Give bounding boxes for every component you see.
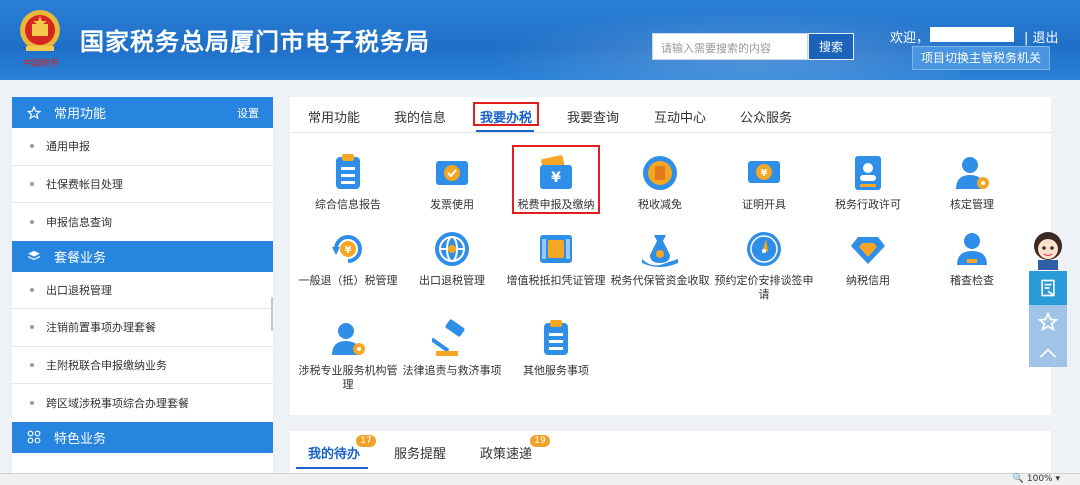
agency-management-icon (332, 323, 365, 355)
bullet-icon (30, 144, 34, 149)
layers-icon (26, 248, 42, 264)
logout-link[interactable]: | 退出 (1024, 27, 1059, 46)
service-item[interactable]: ¥ 一般退（抵）税管理 (298, 229, 398, 288)
service-item[interactable]: 法律追责与救济事项 (402, 319, 502, 378)
task-panel: 我的待办 17 服务提醒 政策速递 19 (290, 431, 1051, 473)
sidebar-item[interactable]: 主附税联合申报缴纳业务 (12, 347, 273, 384)
sidebar-item[interactable]: 跨区域涉税事项综合办理套餐 (12, 384, 273, 422)
sidebar-item[interactable]: 申报信息查询 (12, 203, 273, 241)
sidebar-item[interactable]: 注销前置事项办理套餐 (12, 309, 273, 347)
sidebar-section-common[interactable]: 常用功能 设置 (12, 97, 273, 128)
search-input[interactable]: 请输入需要搜索的内容 (652, 33, 808, 60)
tab-my-info[interactable]: 我的信息 (394, 107, 446, 126)
chevron-up-icon (1039, 348, 1057, 358)
service-item[interactable]: 核定管理 (922, 153, 1022, 212)
certificate-icon: ¥ (748, 161, 780, 183)
highlight-box (512, 145, 600, 214)
sidebar-section-package[interactable]: 套餐业务 (12, 240, 273, 272)
policy-count-badge: 19 (530, 435, 550, 447)
service-panel: 常用功能 我的信息 我要办税 我要查询 互动中心 公众服务 综合信息报告 发票使… (290, 97, 1051, 415)
search-button[interactable]: 搜索 (808, 33, 854, 60)
tax-reduction-icon (643, 156, 677, 190)
bullet-icon (30, 219, 34, 224)
bullet-icon (30, 400, 34, 405)
refund-icon: ¥ (332, 235, 362, 263)
active-tab-indicator (296, 467, 368, 469)
invoice-icon (436, 161, 468, 185)
bullet-icon (30, 181, 34, 186)
sidebar-section-title: 常用功能 (54, 107, 107, 122)
service-item[interactable]: 税务代保管资金收取 (610, 229, 710, 288)
credit-diamond-icon (851, 237, 885, 264)
service-tabs: 常用功能 我的信息 我要办税 我要查询 互动中心 公众服务 (290, 97, 1051, 133)
assistant-avatar-icon[interactable] (1028, 226, 1068, 270)
tab-common[interactable]: 常用功能 (308, 107, 360, 126)
site-title: 国家税务总局厦门市电子税务局 (80, 28, 430, 56)
username-field (930, 27, 1014, 42)
service-item[interactable]: 税务行政许可 (818, 153, 918, 212)
sidebar-section-title: 特色业务 (54, 431, 107, 447)
document-icon (1041, 279, 1055, 297)
todo-count-badge: 17 (356, 435, 376, 447)
tab-my-todo[interactable]: 我的待办 (308, 443, 360, 462)
bullet-icon (30, 325, 34, 330)
settings-link[interactable]: 设置 (237, 105, 259, 121)
svg-text:¥: ¥ (761, 168, 768, 179)
zoom-level[interactable]: 🔍 100% ▾ (1013, 474, 1060, 485)
back-to-top-button[interactable] (1029, 339, 1067, 367)
sidebar-item[interactable]: 通用申报 (12, 128, 273, 166)
active-tab-indicator (476, 130, 534, 132)
tab-query[interactable]: 我要查询 (567, 107, 619, 126)
service-item[interactable]: 涉税专业服务机构管理 (298, 319, 398, 392)
tab-service-reminder[interactable]: 服务提醒 (394, 443, 446, 462)
consult-button[interactable] (1029, 271, 1067, 305)
welcome-text: 欢迎， (890, 31, 930, 46)
globe-icon (435, 232, 469, 266)
report-icon (336, 154, 360, 189)
service-item[interactable]: 综合信息报告 (298, 153, 398, 212)
highlight-box (473, 102, 539, 126)
svg-text:¥: ¥ (345, 245, 352, 256)
other-services-icon (544, 320, 568, 355)
grid-icon (26, 429, 42, 445)
service-item[interactable]: ¥ 证明开具 (714, 153, 814, 212)
sidebar-item[interactable]: 出口退税管理 (12, 272, 273, 309)
verification-icon (956, 157, 989, 189)
favorite-button[interactable] (1029, 305, 1067, 339)
gavel-icon (432, 319, 465, 356)
switch-tax-office-button[interactable]: 项目切换主管税务机关 (912, 46, 1050, 70)
tab-interaction[interactable]: 互动中心 (654, 107, 706, 126)
vat-voucher-icon (540, 235, 572, 263)
tax-emblem-icon: 中国税务 (20, 10, 60, 69)
sidebar-item[interactable]: 社保费帐目处理 (12, 166, 273, 203)
sidebar: 常用功能 设置 通用申报 社保费帐目处理 申报信息查询 套餐业务 出口退税管理 … (12, 97, 273, 473)
tab-policy-news[interactable]: 政策速递 (480, 443, 532, 462)
sidebar-section-special[interactable]: 特色业务 (12, 421, 273, 453)
bullet-icon (30, 287, 34, 292)
inspection-icon (957, 233, 987, 265)
sidebar-scrollbar[interactable] (271, 297, 273, 331)
star-icon (26, 105, 42, 121)
top-header: 中国税务 国家税务总局厦门市电子税务局 请输入需要搜索的内容 搜索 欢迎， | … (0, 0, 1080, 80)
sidebar-section-title: 套餐业务 (54, 250, 107, 266)
service-item[interactable]: 稽查检查 (922, 229, 1022, 288)
svg-text:中国税务: 中国税务 (22, 58, 59, 69)
star-icon (1038, 312, 1058, 332)
service-item[interactable]: 出口退税管理 (402, 229, 502, 288)
compass-icon (747, 232, 781, 266)
service-item[interactable]: 增值税抵扣凭证管理 (506, 229, 606, 288)
service-item[interactable]: 纳税信用 (818, 229, 918, 288)
service-item[interactable]: 其他服务事项 (506, 319, 606, 378)
browser-status-bar: 🔍 100% ▾ (0, 473, 1080, 485)
tab-public-service[interactable]: 公众服务 (740, 107, 792, 126)
license-icon (855, 156, 881, 190)
service-item[interactable]: 预约定价安排谈签申请 (714, 229, 814, 302)
bullet-icon (30, 362, 34, 367)
fund-custody-icon (642, 235, 678, 267)
service-item[interactable]: 税收减免 (610, 153, 710, 212)
service-item[interactable]: 发票使用 (402, 153, 502, 212)
